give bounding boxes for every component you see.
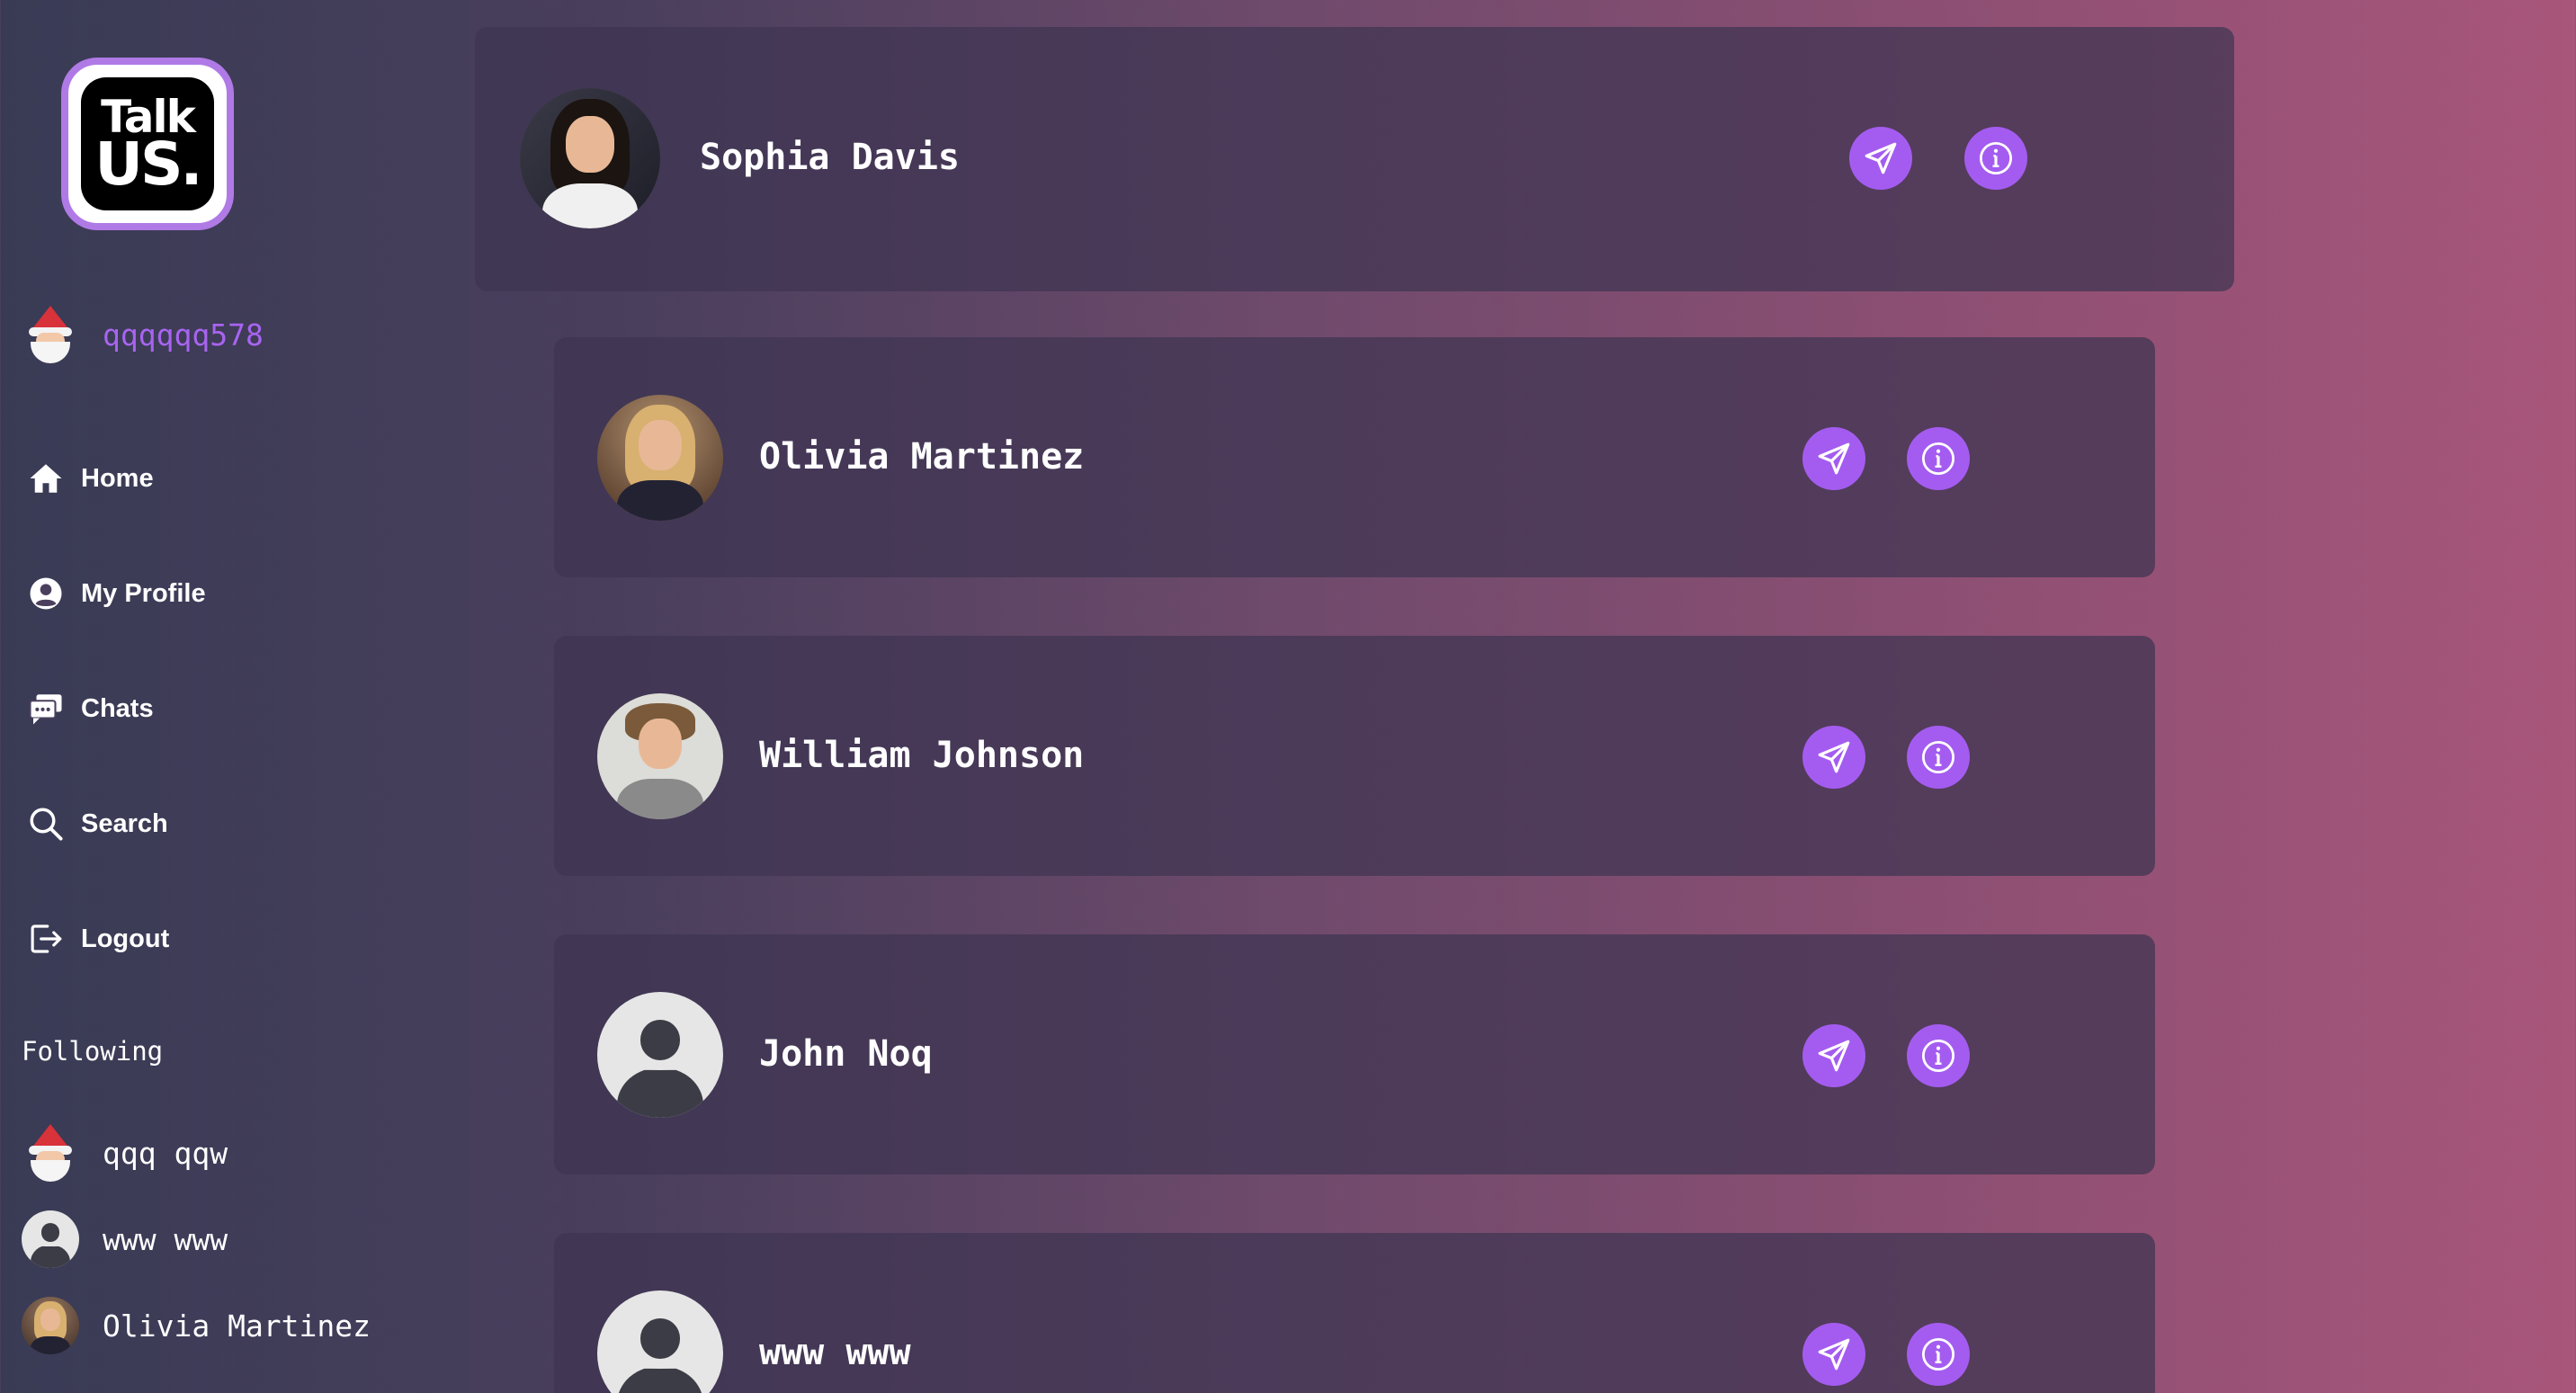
- default-avatar-icon: [22, 1210, 79, 1268]
- user-info-button[interactable]: [1907, 1323, 1970, 1386]
- current-username: qqqqqq578: [103, 317, 264, 353]
- user-info-button[interactable]: [1907, 726, 1970, 789]
- nav-item-my-profile[interactable]: My Profile: [27, 565, 206, 622]
- user-card: www www: [554, 1233, 2155, 1393]
- send-message-button[interactable]: [1802, 1024, 1865, 1087]
- default-avatar-icon[interactable]: [597, 1290, 723, 1393]
- info-icon: [1921, 442, 1955, 476]
- user-name[interactable]: William Johnson: [759, 735, 1084, 776]
- info-icon: [1921, 1337, 1955, 1371]
- info-icon: [1921, 740, 1955, 774]
- following-item[interactable]: qqq qqw: [22, 1124, 371, 1182]
- nav-label: Logout: [81, 924, 170, 953]
- user-name[interactable]: www www: [759, 1332, 911, 1373]
- nav-label: Chats: [81, 693, 154, 723]
- user-name[interactable]: John Noq: [759, 1033, 933, 1075]
- logo-mark: Talk US.: [81, 77, 214, 210]
- following-name: Olivia Martinez: [103, 1308, 371, 1344]
- nav-label: My Profile: [81, 578, 206, 608]
- info-icon: [1979, 141, 2013, 175]
- profile-icon: [30, 577, 62, 610]
- following-item[interactable]: www www: [22, 1210, 371, 1268]
- user-card: John Noq: [554, 934, 2155, 1174]
- avatar[interactable]: [520, 88, 660, 228]
- user-info-button[interactable]: [1964, 127, 2027, 190]
- chats-icon: [29, 694, 62, 725]
- following-heading: Following: [22, 1036, 164, 1067]
- talkus-logo[interactable]: Talk US.: [61, 58, 234, 230]
- send-icon: [1865, 142, 1897, 174]
- user-card: Olivia Martinez: [554, 337, 2155, 577]
- nav-item-chats[interactable]: Chats: [27, 680, 206, 737]
- user-card: Sophia Davis: [475, 27, 2234, 291]
- current-user[interactable]: qqqqqq578: [22, 306, 264, 363]
- send-message-button[interactable]: [1802, 427, 1865, 490]
- following-item[interactable]: Olivia Martinez: [22, 1297, 371, 1354]
- logo-text-line2: US.: [94, 129, 202, 199]
- avatar: [22, 1297, 79, 1354]
- home-icon: [30, 464, 62, 493]
- main-nav: Home My Profile Chats Search Logout: [27, 450, 206, 1025]
- following-list: qqq qqw www www Olivia Martinez: [22, 1124, 371, 1383]
- nav-label: Search: [81, 808, 168, 838]
- send-icon: [1818, 442, 1850, 475]
- following-name: qqq qqw: [103, 1135, 228, 1171]
- avatar[interactable]: [597, 395, 723, 521]
- nav-item-search[interactable]: Search: [27, 795, 206, 853]
- nav-item-home[interactable]: Home: [27, 450, 206, 507]
- sidebar: Talk US. qqqqqq578 Home My Profile Chats…: [0, 0, 423, 1393]
- user-name[interactable]: Olivia Martinez: [759, 436, 1084, 478]
- search-icon: [30, 808, 63, 841]
- send-icon: [1818, 1040, 1850, 1072]
- send-message-button[interactable]: [1802, 1323, 1865, 1386]
- santa-icon: [22, 1124, 79, 1182]
- user-info-button[interactable]: [1907, 1024, 1970, 1087]
- following-name: www www: [103, 1221, 228, 1257]
- logout-icon: [31, 924, 62, 953]
- user-card: William Johnson: [554, 636, 2155, 876]
- user-name[interactable]: Sophia Davis: [700, 137, 960, 178]
- send-icon: [1818, 741, 1850, 773]
- avatar[interactable]: [597, 693, 723, 819]
- info-icon: [1921, 1039, 1955, 1073]
- nav-label: Home: [81, 463, 154, 493]
- santa-icon: [22, 306, 79, 363]
- default-avatar-icon[interactable]: [597, 992, 723, 1118]
- user-info-button[interactable]: [1907, 427, 1970, 490]
- nav-item-logout[interactable]: Logout: [27, 910, 206, 968]
- send-icon: [1818, 1338, 1850, 1371]
- send-message-button[interactable]: [1849, 127, 1912, 190]
- send-message-button[interactable]: [1802, 726, 1865, 789]
